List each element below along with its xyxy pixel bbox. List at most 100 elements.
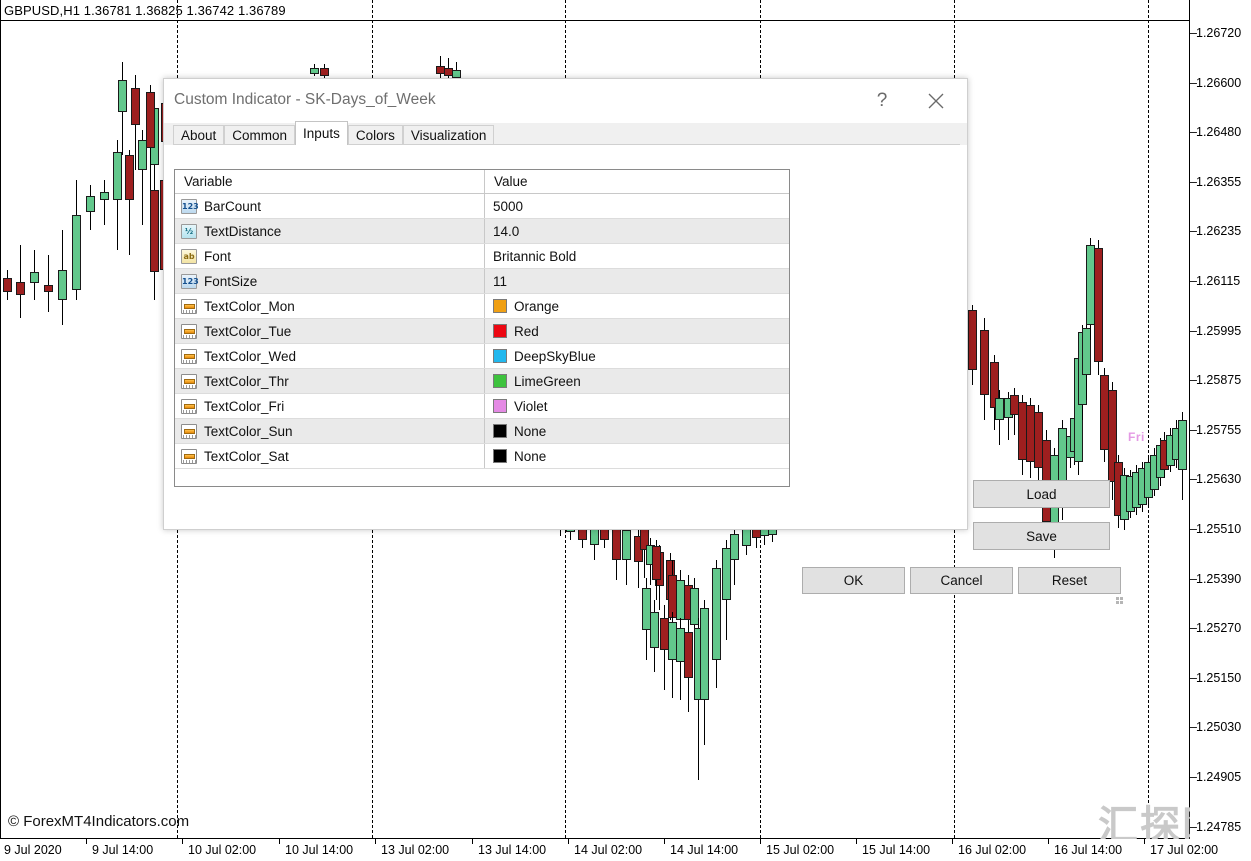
candle-body-bearish — [684, 632, 693, 678]
value-text: LimeGreen — [514, 373, 581, 389]
time-scale[interactable]: 9 Jul 2020 9 Jul 14:00 10 Jul 02:00 10 Jul … — [0, 839, 1251, 861]
variable-cell: TextColor_Sun — [175, 419, 485, 443]
variable-cell: 123 BarCount — [175, 194, 485, 218]
value-cell[interactable]: DeepSkyBlue — [485, 344, 789, 368]
value-cell[interactable]: None — [485, 444, 789, 468]
time-tick-mark — [279, 839, 280, 844]
candle-body-bearish — [612, 526, 621, 560]
value-cell[interactable]: 5000 — [485, 194, 789, 218]
value-cell[interactable]: Britannic Bold — [485, 244, 789, 268]
value-cell[interactable]: 14.0 — [485, 219, 789, 243]
table-row[interactable]: TextColor_Wed DeepSkyBlue — [175, 344, 789, 369]
dialog-titlebar[interactable]: Custom Indicator - SK-Days_of_Week ? — [164, 79, 967, 123]
table-row[interactable]: TextColor_Sun None — [175, 419, 789, 444]
double-type-icon: ½ — [181, 223, 197, 239]
color-swatch — [493, 349, 507, 363]
variable-cell: ab Font — [175, 244, 485, 268]
variable-cell: 123 FontSize — [175, 269, 485, 293]
chart-copyright: © ForexMT4Indicators.com — [8, 813, 190, 830]
load-button[interactable]: Load — [973, 480, 1110, 508]
color-swatch — [493, 449, 507, 463]
close-icon[interactable] — [913, 79, 959, 123]
variable-name: TextColor_Mon — [204, 298, 295, 314]
price-tick-label: 1.26720 — [1196, 26, 1242, 40]
candlestick — [16, 0, 25, 838]
value-cell[interactable]: 11 — [485, 269, 789, 293]
variable-cell: TextColor_Fri — [175, 394, 485, 418]
time-tick-label: 17 Jul 02:00 — [1150, 843, 1219, 857]
time-tick-label: 14 Jul 14:00 — [670, 843, 739, 857]
variable-name: TextDistance — [204, 223, 282, 239]
value-text: 5000 — [493, 198, 524, 214]
table-row[interactable]: TextColor_Sat None — [175, 444, 789, 469]
tab-colors[interactable]: Colors — [347, 125, 403, 145]
variable-name: Font — [204, 248, 232, 264]
price-tick: –1.26235 — [1190, 224, 1241, 238]
candle-body-bearish — [131, 88, 140, 125]
candle-body-bullish — [30, 272, 39, 283]
value-text: Orange — [514, 298, 560, 314]
value-text: 11 — [493, 273, 508, 289]
candle-body-bullish — [72, 215, 81, 290]
table-row[interactable]: ½ TextDistance 14.0 — [175, 219, 789, 244]
candle-body-bullish — [100, 192, 109, 200]
reset-button[interactable]: Reset — [1018, 567, 1121, 594]
value-cell[interactable]: None — [485, 419, 789, 443]
candle-body-bullish — [622, 530, 631, 560]
table-row[interactable]: 123 BarCount 5000 — [175, 194, 789, 219]
price-tick-label: 1.25510 — [1196, 522, 1242, 536]
tab-visualization[interactable]: Visualization — [402, 125, 495, 145]
table-row[interactable]: TextColor_Mon Orange — [175, 294, 789, 319]
candle-wick — [104, 180, 105, 225]
time-tick-mark — [1048, 839, 1049, 844]
table-row[interactable]: TextColor_Thr LimeGreen — [175, 369, 789, 394]
cancel-button[interactable]: Cancel — [910, 567, 1013, 594]
value-text: Red — [514, 323, 539, 339]
time-tick-mark — [568, 839, 569, 844]
candle-body-bullish — [86, 196, 95, 212]
price-tick-label: 1.26355 — [1196, 174, 1242, 189]
inputs-table[interactable]: Variable Value 123 BarCount 5000 ½ TextDistanc… — [174, 169, 790, 487]
price-scale[interactable]: –1.26720 –1.26600 –1.26480 –1.26355 –1.26235… — [1190, 0, 1251, 839]
value-cell[interactable]: Red — [485, 319, 789, 343]
time-tick-label: 16 Jul 02:00 — [958, 843, 1027, 857]
candle-body-bearish — [968, 310, 977, 370]
price-tick-label: 1.25630 — [1196, 472, 1242, 487]
candle-body-bullish — [1178, 420, 1187, 470]
save-button[interactable]: Save — [973, 522, 1110, 550]
value-cell[interactable]: Violet — [485, 394, 789, 418]
value-cell[interactable]: Orange — [485, 294, 789, 318]
variable-cell: TextColor_Mon — [175, 294, 485, 318]
time-tick-mark — [86, 839, 87, 844]
candle-body-bearish — [3, 278, 12, 292]
value-cell[interactable]: LimeGreen — [485, 369, 789, 393]
time-tick-label: 10 Jul 02:00 — [188, 843, 257, 857]
price-tick: –1.26600 — [1190, 76, 1241, 90]
tab-about[interactable]: About — [173, 125, 225, 145]
color-type-icon — [181, 373, 197, 389]
tab-label: About — [181, 128, 217, 143]
candlestick — [100, 0, 109, 838]
color-type-icon — [181, 348, 197, 364]
table-row[interactable]: TextColor_Fri Violet — [175, 394, 789, 419]
price-tick: –1.24785 — [1190, 820, 1241, 834]
time-tick-mark — [664, 839, 665, 844]
price-tick: –1.25755 — [1190, 423, 1241, 437]
resize-grip[interactable] — [1116, 593, 1127, 604]
table-row[interactable]: TextColor_Tue Red — [175, 319, 789, 344]
custom-indicator-dialog[interactable]: Custom Indicator - SK-Days_of_Week ? Abo… — [163, 78, 1123, 604]
tab-inputs[interactable]: Inputs — [295, 121, 348, 145]
dialog-tabbar[interactable]: About Common Inputs Colors Visualization — [173, 121, 495, 145]
header-variable: Variable — [175, 170, 485, 193]
time-tick-mark — [1144, 839, 1145, 844]
color-swatch — [493, 399, 507, 413]
table-row[interactable]: ab Font Britannic Bold — [175, 244, 789, 269]
table-row[interactable]: 123 FontSize 11 — [175, 269, 789, 294]
price-tick-label: 1.26600 — [1196, 75, 1242, 90]
color-swatch — [493, 424, 507, 438]
ok-button[interactable]: OK — [802, 567, 905, 594]
help-icon[interactable]: ? — [859, 79, 905, 123]
string-type-icon: ab — [181, 248, 197, 264]
color-swatch — [493, 299, 507, 313]
tab-common[interactable]: Common — [224, 125, 296, 145]
